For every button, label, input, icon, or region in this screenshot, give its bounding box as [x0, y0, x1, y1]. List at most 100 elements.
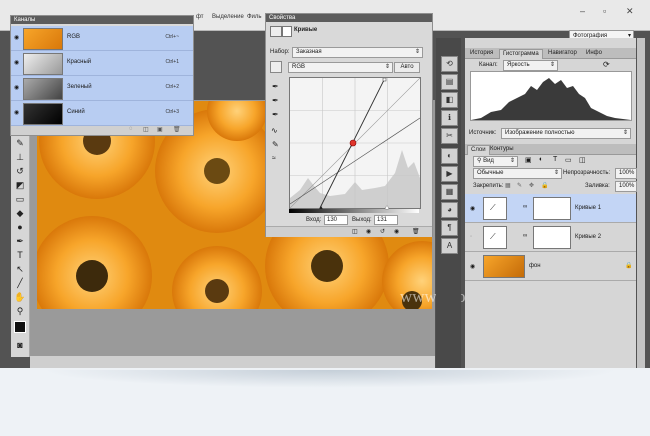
- channel-row-red[interactable]: ◉ Красный Ctrl+1: [11, 51, 193, 76]
- curve-end-point[interactable]: [382, 77, 387, 82]
- filter-shape-icon[interactable]: ▭: [565, 156, 572, 164]
- history-brush-icon[interactable]: ↺: [14, 165, 26, 177]
- layer-filter-select[interactable]: ⚲ Вид ⇕: [473, 156, 518, 167]
- tab-paths[interactable]: Контуры: [487, 145, 517, 154]
- curve-control-point[interactable]: [349, 139, 357, 147]
- fill-input[interactable]: 100%: [615, 181, 637, 192]
- menu-item-filter[interactable]: Филь: [247, 14, 262, 20]
- white-point-slider[interactable]: ▲: [384, 205, 390, 211]
- eye-icon[interactable]: ◉: [14, 59, 19, 66]
- eye-icon[interactable]: ◉: [470, 205, 475, 212]
- trash-icon[interactable]: 🗑: [173, 126, 181, 133]
- history-panel-icon[interactable]: ⟲: [441, 56, 458, 72]
- input-field[interactable]: 130: [324, 215, 348, 225]
- sample-gray-icon[interactable]: ✒: [272, 96, 279, 105]
- adjustments-panel-icon[interactable]: ◐: [441, 148, 458, 164]
- tab-navigator[interactable]: Навигатор: [545, 49, 580, 58]
- character-panel-icon[interactable]: A: [441, 238, 458, 254]
- maximize-icon[interactable]: ▫: [603, 6, 606, 16]
- layer-row-background[interactable]: ◉ фон 🔒: [465, 252, 636, 281]
- quick-mask-icon[interactable]: ◙: [14, 339, 26, 351]
- shape-tool-icon[interactable]: ╱: [14, 277, 26, 289]
- actions-panel-icon[interactable]: ▶: [441, 166, 458, 182]
- black-point-slider[interactable]: ▲: [318, 205, 324, 211]
- eraser-tool-icon[interactable]: ◩: [14, 179, 26, 191]
- layer-mask-thumbnail[interactable]: [533, 197, 571, 220]
- curves-graph[interactable]: [289, 77, 421, 209]
- eye-icon[interactable]: ◉: [14, 34, 19, 41]
- navigator-panel-icon[interactable]: ◧: [441, 92, 458, 108]
- zoom-tool-icon[interactable]: ⚲: [14, 305, 26, 317]
- close-icon[interactable]: ✕: [626, 6, 634, 17]
- link-icon[interactable]: ∞: [523, 233, 527, 239]
- tab-histogram[interactable]: Гистограмма: [499, 49, 543, 59]
- type-tool-icon[interactable]: T: [14, 249, 26, 261]
- lock-position-icon[interactable]: ✥: [529, 182, 534, 189]
- pen-tool-icon[interactable]: ✒: [14, 235, 26, 247]
- menu-item-select[interactable]: Выделение: [212, 14, 244, 20]
- mask-icon[interactable]: [282, 26, 292, 37]
- minimize-icon[interactable]: –: [580, 6, 585, 16]
- preset-select[interactable]: Заказная ⇕: [292, 47, 423, 58]
- link-icon[interactable]: ∞: [523, 204, 527, 210]
- info-panel-icon[interactable]: ℹ: [441, 110, 458, 126]
- filter-adjustment-icon[interactable]: ◐: [539, 156, 543, 163]
- trash-icon[interactable]: 🗑: [412, 228, 420, 235]
- hand-tool-icon[interactable]: ✋: [14, 291, 26, 303]
- clip-to-layer-icon[interactable]: ◫: [352, 228, 358, 235]
- eye-hidden-icon[interactable]: ▫: [470, 234, 472, 240]
- filter-type-icon[interactable]: T: [553, 156, 557, 163]
- target-adjust-icon[interactable]: [270, 61, 282, 73]
- styles-panel-icon[interactable]: ▦: [441, 184, 458, 200]
- lock-all-icon[interactable]: 🔒: [541, 182, 548, 189]
- foreground-color-swatch[interactable]: [14, 321, 26, 333]
- blur-tool-icon[interactable]: ◆: [14, 207, 26, 219]
- layer-row-curves-1[interactable]: ◉ ⟋ ∞ Кривые 1: [465, 194, 636, 223]
- tab-history[interactable]: История: [467, 49, 496, 58]
- blend-mode-select[interactable]: Обычные ⇕: [473, 168, 562, 179]
- layer-row-curves-2[interactable]: ▫ ⟋ ∞ Кривые 2: [465, 223, 636, 252]
- draw-curve-icon[interactable]: ✎: [272, 140, 279, 149]
- output-field[interactable]: 131: [374, 215, 398, 225]
- channel-row-blue[interactable]: ◉ Синий Ctrl+3: [11, 101, 193, 126]
- right-scrollbar[interactable]: [637, 38, 645, 368]
- filter-smart-icon[interactable]: ◫: [579, 156, 586, 164]
- histogram-source-select[interactable]: Изображение полностью ⇕: [501, 128, 631, 139]
- gradient-tool-icon[interactable]: ▭: [14, 193, 26, 205]
- layer-mask-thumbnail[interactable]: [533, 226, 571, 249]
- brush-tool-icon[interactable]: ✎: [14, 137, 26, 149]
- channel-row-green[interactable]: ◉ Зеленый Ctrl+2: [11, 76, 193, 101]
- stamp-tool-icon[interactable]: ⊥: [14, 151, 26, 163]
- histogram-panel-icon[interactable]: ▤: [441, 74, 458, 90]
- swatches-panel-icon[interactable]: ◕: [441, 202, 458, 218]
- channel-row-rgb[interactable]: ◉ RGB Ctrl+~: [11, 26, 193, 51]
- histogram-channel-select[interactable]: Яркость ⇕: [503, 60, 558, 71]
- visibility-icon[interactable]: ◉: [394, 228, 399, 235]
- eye-icon[interactable]: ◉: [14, 84, 19, 91]
- sample-white-icon[interactable]: ✒: [272, 110, 279, 119]
- menu-item-file[interactable]: фт: [196, 14, 204, 20]
- auto-button[interactable]: Авто: [394, 62, 420, 73]
- view-previous-icon[interactable]: ◉: [366, 228, 371, 235]
- path-select-icon[interactable]: ↖: [14, 263, 26, 275]
- reset-icon[interactable]: ↺: [380, 228, 385, 235]
- eye-icon[interactable]: ◉: [14, 109, 19, 116]
- smooth-icon[interactable]: ≈: [272, 155, 276, 162]
- save-selection-icon[interactable]: ◫: [143, 126, 149, 133]
- dodge-tool-icon[interactable]: ●: [14, 221, 26, 233]
- channel-thumbnail: [23, 53, 63, 75]
- new-channel-icon[interactable]: ▣: [157, 126, 163, 133]
- lock-pixels-icon[interactable]: ✎: [517, 182, 522, 189]
- paragraph-panel-icon[interactable]: ¶: [441, 220, 458, 236]
- channel-select[interactable]: RGB ⇕: [288, 62, 393, 73]
- tab-info[interactable]: Инфо: [583, 49, 605, 58]
- sample-black-icon[interactable]: ✒: [272, 82, 279, 91]
- eye-icon[interactable]: ◉: [470, 263, 475, 270]
- brush-panel-icon[interactable]: ✂: [441, 128, 458, 144]
- edit-points-icon[interactable]: ∿: [271, 126, 278, 135]
- load-selection-icon[interactable]: ◌: [129, 126, 133, 132]
- opacity-input[interactable]: 100%: [615, 168, 637, 179]
- filter-pixel-icon[interactable]: ▣: [525, 156, 532, 164]
- refresh-icon[interactable]: ⟳: [603, 60, 610, 69]
- lock-transparent-icon[interactable]: ▦: [505, 182, 511, 189]
